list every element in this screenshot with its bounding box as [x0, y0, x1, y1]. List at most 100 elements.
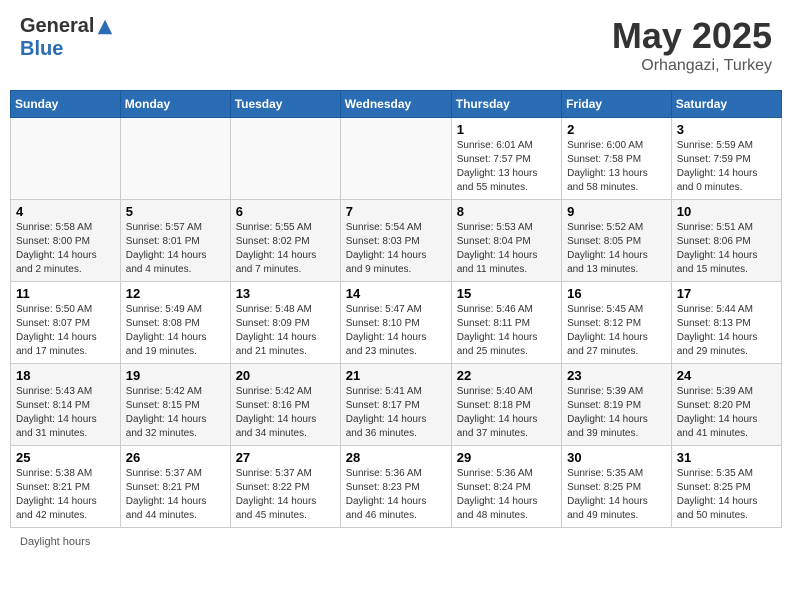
day-info: Sunrise: 5:53 AMSunset: 8:04 PMDaylight:… — [457, 221, 556, 277]
calendar-day-cell: 21Sunrise: 5:41 AMSunset: 8:17 PMDayligh… — [340, 364, 451, 446]
day-info: Sunrise: 5:42 AMSunset: 8:16 PMDaylight:… — [236, 385, 335, 441]
day-number: 20 — [236, 368, 335, 383]
calendar-day-header: Wednesday — [340, 91, 451, 118]
day-info: Sunrise: 5:43 AMSunset: 8:14 PMDaylight:… — [16, 385, 115, 441]
calendar-day-cell — [230, 118, 340, 200]
calendar-day-header: Friday — [562, 91, 672, 118]
calendar-week-row: 4 Sunrise: 5:58 AMSunset: 8:00 PMDaylight… — [11, 200, 782, 282]
logo: General Blue — [20, 15, 114, 61]
day-info: Sunrise: 5:37 AMSunset: 8:22 PMDaylight:… — [236, 467, 335, 523]
day-info: Sunrise: 5:36 AMSunset: 8:24 PMDaylight:… — [457, 467, 556, 523]
day-info: Sunrise: 5:49 AMSunset: 8:08 PMDaylight:… — [126, 303, 225, 359]
location-title: Orhangazi, Turkey — [612, 57, 772, 75]
day-info: Sunrise: 5:39 AMSunset: 8:19 PMDaylight:… — [567, 385, 666, 441]
day-info: Sunrise: 5:38 AMSunset: 8:21 PMDaylight:… — [16, 467, 115, 523]
day-number: 2 — [567, 122, 666, 137]
calendar-table: SundayMondayTuesdayWednesdayThursdayFrid… — [10, 90, 782, 528]
calendar-day-cell: 2 Sunrise: 6:00 AMSunset: 7:58 PMDaylight… — [562, 118, 672, 200]
day-number: 26 — [126, 450, 225, 465]
calendar-day-cell: 5 Sunrise: 5:57 AMSunset: 8:01 PMDaylight… — [120, 200, 230, 282]
day-number: 18 — [16, 368, 115, 383]
day-number: 24 — [677, 368, 776, 383]
calendar-day-cell: 18 Sunrise: 5:43 AMSunset: 8:14 PMDayligh… — [11, 364, 121, 446]
calendar-week-row: 11 Sunrise: 5:50 AMSunset: 8:07 PMDayligh… — [11, 282, 782, 364]
calendar-day-cell: 30 Sunrise: 5:35 AMSunset: 8:25 PMDayligh… — [562, 446, 672, 528]
calendar-day-cell: 6Sunrise: 5:55 AMSunset: 8:02 PMDaylight… — [230, 200, 340, 282]
day-number: 23 — [567, 368, 666, 383]
calendar-day-cell: 23 Sunrise: 5:39 AMSunset: 8:19 PMDayligh… — [562, 364, 672, 446]
calendar-day-cell: 27 Sunrise: 5:37 AMSunset: 8:22 PMDayligh… — [230, 446, 340, 528]
day-number: 12 — [126, 286, 225, 301]
calendar-day-cell: 8 Sunrise: 5:53 AMSunset: 8:04 PMDaylight… — [451, 200, 561, 282]
day-info: Sunrise: 5:54 AMSunset: 8:03 PMDaylight:… — [346, 221, 446, 277]
calendar-day-cell: 16Sunrise: 5:45 AMSunset: 8:12 PMDayligh… — [562, 282, 672, 364]
day-info: Sunrise: 5:58 AMSunset: 8:00 PMDaylight:… — [16, 221, 115, 277]
day-info: Sunrise: 5:52 AMSunset: 8:05 PMDaylight:… — [567, 221, 666, 277]
calendar-day-cell: 22Sunrise: 5:40 AMSunset: 8:18 PMDayligh… — [451, 364, 561, 446]
day-info: Sunrise: 5:44 AMSunset: 8:13 PMDaylight:… — [677, 303, 776, 359]
day-info: Sunrise: 5:50 AMSunset: 8:07 PMDaylight:… — [16, 303, 115, 359]
day-info: Sunrise: 5:55 AMSunset: 8:02 PMDaylight:… — [236, 221, 335, 277]
calendar-day-cell: 26 Sunrise: 5:37 AMSunset: 8:21 PMDayligh… — [120, 446, 230, 528]
calendar-day-cell — [120, 118, 230, 200]
calendar-day-cell: 9 Sunrise: 5:52 AMSunset: 8:05 PMDaylight… — [562, 200, 672, 282]
calendar-day-header: Sunday — [11, 91, 121, 118]
calendar-day-header: Saturday — [671, 91, 781, 118]
footer-text: Daylight hours — [20, 536, 90, 548]
calendar-day-cell — [11, 118, 121, 200]
logo-blue-text: Blue — [20, 38, 63, 61]
calendar-day-cell: 29 Sunrise: 5:36 AMSunset: 8:24 PMDayligh… — [451, 446, 561, 528]
day-number: 11 — [16, 286, 115, 301]
calendar-day-cell: 3 Sunrise: 5:59 AMSunset: 7:59 PMDaylight… — [671, 118, 781, 200]
calendar-week-row: 18 Sunrise: 5:43 AMSunset: 8:14 PMDayligh… — [11, 364, 782, 446]
day-number: 9 — [567, 204, 666, 219]
logo-icon — [96, 18, 114, 36]
day-info: Sunrise: 5:45 AMSunset: 8:12 PMDaylight:… — [567, 303, 666, 359]
calendar-week-row: 1Sunrise: 6:01 AMSunset: 7:57 PMDaylight… — [11, 118, 782, 200]
day-number: 13 — [236, 286, 335, 301]
day-info: Sunrise: 5:57 AMSunset: 8:01 PMDaylight:… — [126, 221, 225, 277]
calendar-day-cell: 10Sunrise: 5:51 AMSunset: 8:06 PMDayligh… — [671, 200, 781, 282]
day-info: Sunrise: 5:42 AMSunset: 8:15 PMDaylight:… — [126, 385, 225, 441]
calendar-header-row: SundayMondayTuesdayWednesdayThursdayFrid… — [11, 91, 782, 118]
calendar-day-cell: 19 Sunrise: 5:42 AMSunset: 8:15 PMDayligh… — [120, 364, 230, 446]
calendar-day-cell: 15Sunrise: 5:46 AMSunset: 8:11 PMDayligh… — [451, 282, 561, 364]
logo-general-text: General — [20, 15, 94, 38]
day-number: 27 — [236, 450, 335, 465]
day-info: Sunrise: 5:47 AMSunset: 8:10 PMDaylight:… — [346, 303, 446, 359]
day-number: 7 — [346, 204, 446, 219]
calendar-day-cell: 17 Sunrise: 5:44 AMSunset: 8:13 PMDayligh… — [671, 282, 781, 364]
day-info: Sunrise: 5:37 AMSunset: 8:21 PMDaylight:… — [126, 467, 225, 523]
day-info: Sunrise: 6:00 AMSunset: 7:58 PMDaylight:… — [567, 139, 666, 195]
day-number: 30 — [567, 450, 666, 465]
calendar-day-cell — [340, 118, 451, 200]
calendar-day-header: Monday — [120, 91, 230, 118]
calendar-week-row: 25Sunrise: 5:38 AMSunset: 8:21 PMDayligh… — [11, 446, 782, 528]
day-number: 19 — [126, 368, 225, 383]
calendar-day-cell: 24Sunrise: 5:39 AMSunset: 8:20 PMDayligh… — [671, 364, 781, 446]
day-number: 3 — [677, 122, 776, 137]
calendar-day-cell: 31Sunrise: 5:35 AMSunset: 8:25 PMDayligh… — [671, 446, 781, 528]
calendar-footer: Daylight hours — [10, 536, 782, 548]
title-block: May 2025 Orhangazi, Turkey — [612, 15, 772, 75]
day-number: 8 — [457, 204, 556, 219]
calendar-day-header: Thursday — [451, 91, 561, 118]
day-number: 17 — [677, 286, 776, 301]
day-number: 28 — [346, 450, 446, 465]
day-info: Sunrise: 6:01 AMSunset: 7:57 PMDaylight:… — [457, 139, 556, 195]
calendar-day-cell: 20 Sunrise: 5:42 AMSunset: 8:16 PMDayligh… — [230, 364, 340, 446]
day-number: 4 — [16, 204, 115, 219]
page-header: General Blue May 2025 Orhangazi, Turkey — [10, 10, 782, 80]
day-info: Sunrise: 5:41 AMSunset: 8:17 PMDaylight:… — [346, 385, 446, 441]
day-info: Sunrise: 5:48 AMSunset: 8:09 PMDaylight:… — [236, 303, 335, 359]
day-info: Sunrise: 5:35 AMSunset: 8:25 PMDaylight:… — [677, 467, 776, 523]
calendar-day-cell: 1Sunrise: 6:01 AMSunset: 7:57 PMDaylight… — [451, 118, 561, 200]
day-number: 14 — [346, 286, 446, 301]
calendar-day-cell: 28Sunrise: 5:36 AMSunset: 8:23 PMDayligh… — [340, 446, 451, 528]
calendar-day-cell: 14 Sunrise: 5:47 AMSunset: 8:10 PMDayligh… — [340, 282, 451, 364]
day-number: 22 — [457, 368, 556, 383]
day-info: Sunrise: 5:59 AMSunset: 7:59 PMDaylight:… — [677, 139, 776, 195]
day-info: Sunrise: 5:35 AMSunset: 8:25 PMDaylight:… — [567, 467, 666, 523]
day-number: 29 — [457, 450, 556, 465]
day-number: 5 — [126, 204, 225, 219]
